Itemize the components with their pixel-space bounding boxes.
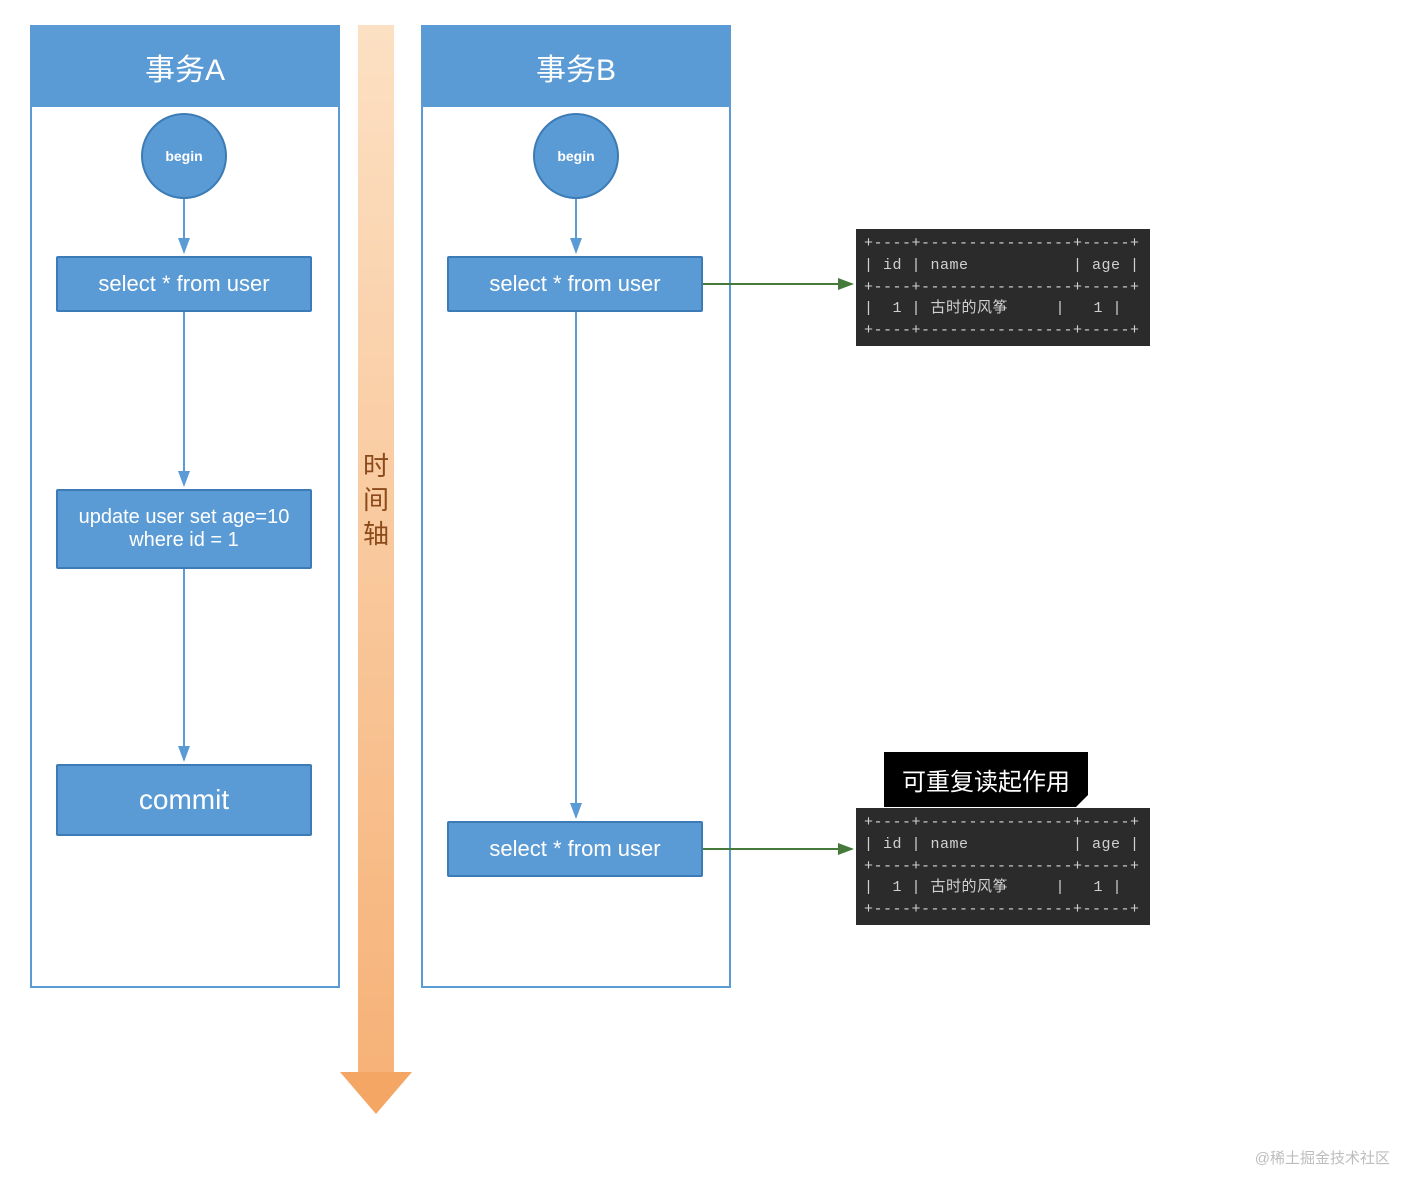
tx-b-begin-label: begin [557,148,594,164]
tx-a-select-box: select * from user [56,256,312,312]
tx-b-select2-box: select * from user [447,821,703,877]
tx-b-begin-node: begin [533,113,619,199]
tx-a-commit-box: commit [56,764,312,836]
timeline-label: 时间轴 [358,450,394,551]
tx-a-select-text: select * from user [98,271,269,297]
tx-a-update-box: update user set age=10 where id = 1 [56,489,312,569]
tx-a-begin-node: begin [141,113,227,199]
repeatable-read-text: 可重复读起作用 [902,769,1070,796]
result-table-1: +----+----------------+-----+ | id | nam… [856,229,1150,346]
transaction-a-title: 事务A [32,27,338,107]
tx-b-select1-box: select * from user [447,256,703,312]
tx-b-select1-text: select * from user [489,271,660,297]
watermark: @稀土掘金技术社区 [1255,1147,1390,1168]
repeatable-read-label: 可重复读起作用 [884,752,1088,807]
tx-a-begin-label: begin [165,148,202,164]
timeline-arrowhead-icon [340,1072,412,1114]
tx-a-commit-text: commit [139,784,229,816]
tx-a-update-text: update user set age=10 where id = 1 [62,506,306,552]
transaction-b-title: 事务B [423,27,729,107]
result-table-2: +----+----------------+-----+ | id | nam… [856,808,1150,925]
tx-b-select2-text: select * from user [489,836,660,862]
